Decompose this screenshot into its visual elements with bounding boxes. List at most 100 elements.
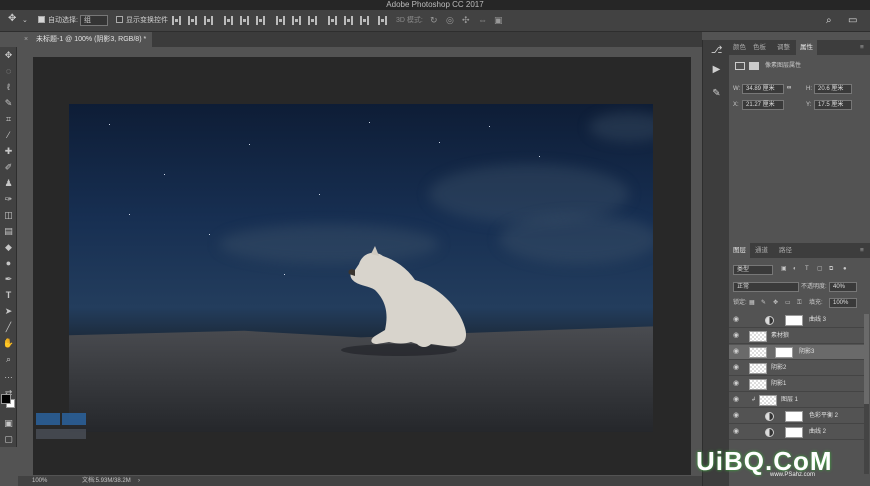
quick-mask-icon[interactable]: ▣ [2,417,15,430]
filter-type-icon[interactable]: T [805,264,809,274]
lock-position-icon[interactable]: ✥ [773,298,778,308]
layer-name[interactable]: 曲线 3 [809,313,826,328]
link-dimensions-icon[interactable]: ∞ [787,83,791,93]
layer-name[interactable]: 曲线 2 [809,425,826,440]
close-tab-icon[interactable]: × [24,32,28,47]
mask-icon[interactable] [749,62,759,70]
tab-color[interactable]: 颜色 [733,40,746,55]
layer-row-selected[interactable]: ◉ 阴影3 [729,345,865,360]
type-tool-icon[interactable]: T [2,289,15,302]
paths-panel-icon[interactable]: ✎ [709,88,724,101]
distribute-vcenter-icon[interactable] [292,16,301,25]
move-tool-icon[interactable]: ✥ [2,49,15,62]
layers-scrollbar[interactable] [864,314,869,474]
filter-pixel-icon[interactable]: ▣ [781,264,787,274]
move-tool-icon[interactable]: ✥ [8,14,16,24]
workspace-icon[interactable]: ▭ [848,15,857,26]
layer-filter-dropdown[interactable]: 类型 [733,265,773,275]
tab-channels[interactable]: 通道 [755,243,768,258]
layer-row[interactable]: ◉ 阴影2 [729,361,865,376]
distribute-right-icon[interactable] [360,16,369,25]
w-field[interactable]: 34.89 厘米 [742,84,784,94]
gradient-tool-icon[interactable]: ▤ [2,225,15,238]
blend-mode-dropdown[interactable]: 正常 [733,282,799,292]
eraser-tool-icon[interactable]: ◫ [2,209,15,222]
distribute-top-icon[interactable] [276,16,285,25]
distribute-left-icon[interactable] [328,16,337,25]
lock-pixels-icon[interactable]: ✎ [761,298,766,308]
tab-properties[interactable]: 属性 [796,40,817,55]
layer-row[interactable]: ◉ 素材狼 [729,329,865,344]
zoom-tool-icon[interactable]: ⌕ [2,353,15,366]
filter-shape-icon[interactable]: ▢ [817,264,823,274]
visibility-eye-icon[interactable]: ◉ [733,395,739,403]
3d-rotate-icon[interactable]: ↻ [430,15,438,25]
auto-select-dropdown[interactable]: 组 [80,15,108,26]
align-hcenter-icon[interactable] [240,16,249,25]
foreground-color-swatch[interactable] [1,394,11,404]
lasso-tool-icon[interactable]: ℓ [2,81,15,94]
layer-name[interactable]: 素材狼 [771,329,789,344]
distribute-bottom-icon[interactable] [308,16,317,25]
visibility-eye-icon[interactable]: ◉ [733,427,739,435]
distribute-hcenter-icon[interactable] [344,16,353,25]
visibility-eye-icon[interactable]: ◉ [733,347,739,355]
layer-name[interactable]: 阴影3 [799,345,814,360]
visibility-eye-icon[interactable]: ◉ [733,411,739,419]
pen-tool-icon[interactable]: ✒ [2,273,15,286]
h-field[interactable]: 20.6 厘米 [814,84,852,94]
document-tab[interactable]: × 未标题-1 @ 100% (阴影3, RGB/8) * [18,32,153,47]
visibility-eye-icon[interactable]: ◉ [733,315,739,323]
auto-align-icon[interactable] [378,16,387,25]
layer-row[interactable]: ◉ 曲线 2 [729,425,865,440]
tab-adjustments[interactable]: 调整 [777,40,790,55]
auto-select-checkbox[interactable]: 自动选择: [38,16,78,26]
align-right-icon[interactable] [256,16,265,25]
marquee-tool-icon[interactable]: ◌ [2,65,15,78]
clone-stamp-tool-icon[interactable]: ♟ [2,177,15,190]
history-panel-icon[interactable]: ⎇ [709,45,724,58]
fill-field[interactable]: 100% [829,298,857,308]
status-arrow-icon[interactable]: › [138,476,140,486]
3d-pan-icon[interactable]: ✣ [462,15,470,25]
layers-panel-menu-icon[interactable]: ≡ [860,243,864,258]
panel-menu-icon[interactable]: ≡ [860,40,864,55]
actions-panel-icon[interactable]: ▶ [709,64,724,77]
align-top-icon[interactable] [172,16,181,25]
brush-tool-icon[interactable]: ✐ [2,161,15,174]
visibility-eye-icon[interactable]: ◉ [733,363,739,371]
lock-transparency-icon[interactable]: ▦ [749,298,755,308]
more-tools-icon[interactable]: … [2,369,15,382]
x-field[interactable]: 21.27 厘米 [742,100,784,110]
3d-scale-icon[interactable]: ▣ [494,15,503,25]
eyedropper-tool-icon[interactable]: ⁄ [2,129,15,142]
tab-paths[interactable]: 路径 [779,243,792,258]
tab-swatches[interactable]: 色板 [753,40,766,55]
3d-roll-icon[interactable]: ◎ [446,15,454,25]
filter-adjust-icon[interactable]: ◐ [793,264,797,274]
layer-row[interactable]: ◉ ↲ 图层 1 [729,393,865,408]
layers-scrollbar-thumb[interactable] [864,314,869,404]
layer-row[interactable]: ◉ 色彩平衡 2 [729,409,865,424]
filter-toggle-icon[interactable]: ● [843,264,847,274]
screen-mode-icon[interactable]: ▢ [2,433,15,446]
tool-preset-chevron-icon[interactable]: ⌄ [22,16,28,26]
healing-brush-tool-icon[interactable]: ✚ [2,145,15,158]
shape-tool-icon[interactable]: ╱ [2,321,15,334]
lock-all-icon[interactable]: ⚿ [797,298,802,308]
opacity-field[interactable]: 40% [829,282,857,292]
3d-slide-icon[interactable]: ⇔ [478,15,487,25]
blur-tool-icon[interactable]: ◆ [2,241,15,254]
quick-select-tool-icon[interactable]: ✎ [2,97,15,110]
visibility-eye-icon[interactable]: ◉ [733,331,739,339]
dodge-tool-icon[interactable]: ● [2,257,15,270]
align-bottom-icon[interactable] [204,16,213,25]
history-brush-tool-icon[interactable]: ✑ [2,193,15,206]
show-transform-checkbox[interactable]: 显示变换控件 [116,16,168,26]
lock-artboard-icon[interactable]: ▭ [785,298,791,308]
crop-tool-icon[interactable]: ⌗ [2,113,15,126]
tab-layers[interactable]: 图层 [729,243,750,258]
layer-row[interactable]: ◉ 曲线 3 [729,313,865,328]
y-field[interactable]: 17.5 厘米 [814,100,852,110]
hand-tool-icon[interactable]: ✋ [2,337,15,350]
